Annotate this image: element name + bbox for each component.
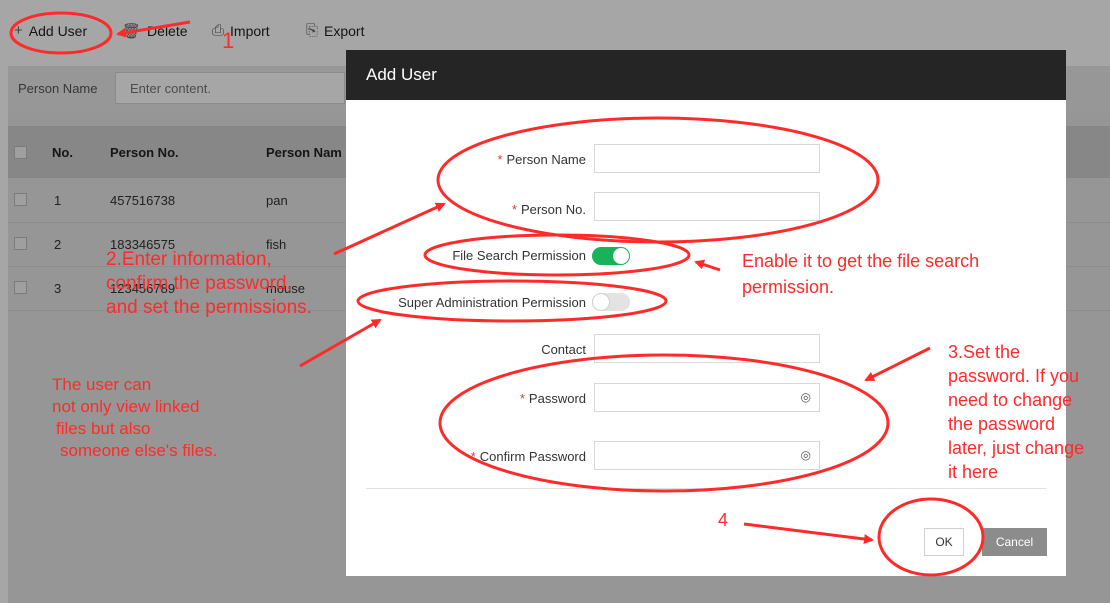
super-admin-note: The user can not only view linked files … (52, 374, 217, 462)
ok-button-highlight-circle (877, 497, 985, 577)
file-search-line: Enable it to get the file search (742, 251, 980, 271)
step-2-line: 2.Enter information, (106, 249, 272, 270)
name-fields-highlight-circle (436, 116, 880, 244)
password-fields-highlight-circle (438, 353, 890, 493)
add-user-highlight-circle (9, 11, 113, 55)
note-line: files but also (56, 419, 151, 438)
step-3-line: password. If you (948, 366, 1080, 386)
note-line: not only view linked (52, 397, 200, 416)
step-4-label: 4 (718, 510, 729, 530)
arrow-super-admin (299, 318, 382, 368)
arrow-4 (743, 522, 874, 544)
step-1-label: 1 (222, 28, 235, 53)
step-3-line: it here (948, 462, 999, 482)
super-admin-highlight-circle (356, 279, 668, 323)
file-search-highlight-circle (423, 233, 691, 277)
step-2-note: 2.Enter information, confirm the passwor… (106, 248, 312, 320)
note-line: The user can (52, 375, 152, 394)
step-3-line: later, just change (948, 438, 1085, 458)
arrow-1 (116, 20, 191, 38)
arrow-3 (864, 346, 931, 382)
file-search-line: permission. (742, 277, 835, 297)
step-3-note: 3.Set the password. If you need to chang… (948, 340, 1084, 484)
arrow-file-search (694, 259, 721, 272)
step-3-line: 3.Set the (948, 342, 1021, 362)
note-line: someone else's files. (60, 441, 218, 460)
step-2-line: and set the permissions. (106, 297, 312, 318)
step-3-line: the password (948, 414, 1056, 434)
step-2-line: confirm the password, (106, 273, 292, 294)
step-3-line: need to change (948, 390, 1073, 410)
file-search-note: Enable it to get the file search permiss… (742, 248, 979, 300)
arrow-2 (333, 202, 446, 256)
